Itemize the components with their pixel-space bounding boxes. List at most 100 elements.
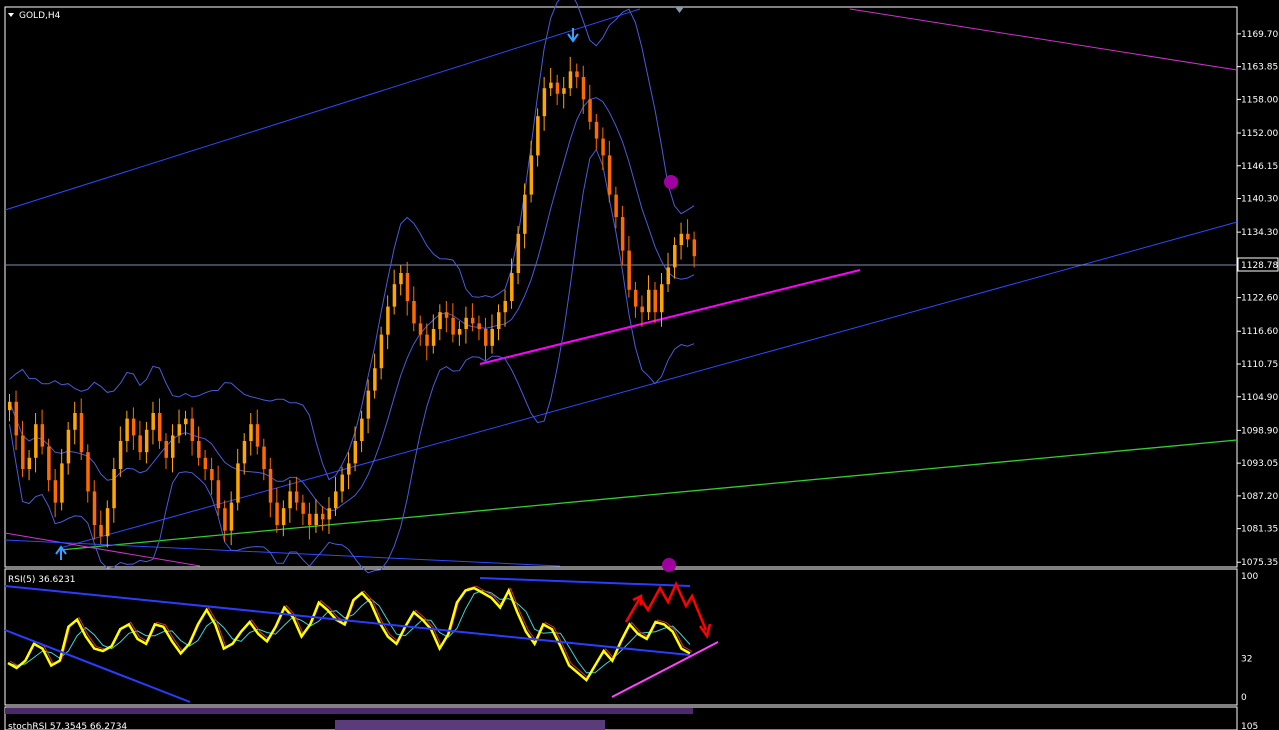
candle-body[interactable] <box>457 329 462 335</box>
candle-body[interactable] <box>92 491 97 525</box>
candle-body[interactable] <box>536 116 540 156</box>
magenta-resistance-line[interactable] <box>849 8 1238 71</box>
candle-body[interactable] <box>171 435 175 458</box>
candle-body[interactable] <box>646 289 651 313</box>
candle-body[interactable] <box>307 513 312 525</box>
candle-body[interactable] <box>177 424 182 436</box>
candle-body[interactable] <box>510 273 514 301</box>
candle-body[interactable] <box>236 463 240 503</box>
candle-body[interactable] <box>216 480 221 509</box>
candle-body[interactable] <box>516 233 521 273</box>
candle-body[interactable] <box>392 284 397 307</box>
candle-body[interactable] <box>268 469 273 503</box>
candle-body[interactable] <box>464 317 468 329</box>
candle-body[interactable] <box>575 71 579 77</box>
candle-body[interactable] <box>607 155 612 195</box>
candle-body[interactable] <box>34 424 38 458</box>
candle-body[interactable] <box>588 99 592 122</box>
purple-marker-top[interactable] <box>664 175 678 189</box>
candle-body[interactable] <box>327 508 331 520</box>
candle-body[interactable] <box>47 446 51 481</box>
candle-body[interactable] <box>503 301 508 313</box>
candle-body[interactable] <box>144 429 149 453</box>
candle-body[interactable] <box>125 418 129 441</box>
candle-body[interactable] <box>686 233 690 240</box>
candle-body[interactable] <box>470 317 475 324</box>
candle-body[interactable] <box>73 413 77 430</box>
candle-body[interactable] <box>131 418 136 436</box>
purple-marker-bottom[interactable] <box>662 558 676 572</box>
candle-body[interactable] <box>334 491 338 509</box>
candle-body[interactable] <box>347 463 351 475</box>
candle-body[interactable] <box>692 239 697 257</box>
candle-body[interactable] <box>666 267 671 285</box>
candle-body[interactable] <box>425 334 429 346</box>
candle-body[interactable] <box>8 401 12 411</box>
candle-body[interactable] <box>562 88 566 94</box>
candle-body[interactable] <box>151 413 155 430</box>
candle-body[interactable] <box>353 441 358 464</box>
rsi-blue-upper-line[interactable] <box>479 577 691 587</box>
candle-body[interactable] <box>262 446 266 469</box>
candle-body[interactable] <box>373 368 377 391</box>
candle-body[interactable] <box>27 457 32 469</box>
candle-body[interactable] <box>223 508 227 531</box>
candle-body[interactable] <box>53 480 58 503</box>
candle-body[interactable] <box>405 273 410 301</box>
candle-body[interactable] <box>164 441 168 458</box>
candle-body[interactable] <box>379 334 384 369</box>
candle-body[interactable] <box>444 312 449 318</box>
candle-body[interactable] <box>673 245 677 268</box>
candle-body[interactable] <box>112 469 116 509</box>
candle-body[interactable] <box>523 194 527 234</box>
candle-body[interactable] <box>210 469 214 481</box>
candle-body[interactable] <box>275 502 279 525</box>
candle-body[interactable] <box>477 323 481 329</box>
rsi-blue-line[interactable] <box>4 585 691 656</box>
candle-body[interactable] <box>490 329 494 346</box>
rsi-blue-lower-line[interactable] <box>4 629 191 703</box>
blue-lower-line[interactable] <box>4 539 561 567</box>
candle-body[interactable] <box>203 457 208 469</box>
candle-body[interactable] <box>229 502 234 531</box>
candle-body[interactable] <box>549 82 553 89</box>
candle-body[interactable] <box>242 441 247 464</box>
candle-body[interactable] <box>40 424 45 447</box>
candle-body[interactable] <box>438 312 442 329</box>
chart-dropdown-icon[interactable] <box>8 13 14 17</box>
magenta-lower-line[interactable] <box>4 532 201 567</box>
candle-body[interactable] <box>542 88 547 117</box>
candle-body[interactable] <box>529 155 534 195</box>
candle-body[interactable] <box>412 301 416 324</box>
candle-body[interactable] <box>594 121 599 139</box>
candle-body[interactable] <box>99 525 103 537</box>
candle-body[interactable] <box>399 273 403 285</box>
candle-body[interactable] <box>118 441 123 469</box>
candle-body[interactable] <box>418 323 423 335</box>
candle-body[interactable] <box>340 474 345 492</box>
candle-body[interactable] <box>288 491 292 509</box>
chart-canvas[interactable]: 1169.70 1163.85 1158.00 1152.00 1146.15 1140.… <box>0 0 1279 730</box>
candle-body[interactable] <box>614 194 618 217</box>
candle-body[interactable] <box>190 418 195 441</box>
candle-body[interactable] <box>627 250 631 290</box>
candle-body[interactable] <box>60 463 64 503</box>
candle-body[interactable] <box>366 390 371 419</box>
candle-body[interactable] <box>601 138 605 156</box>
candle-body[interactable] <box>633 289 638 307</box>
candle-body[interactable] <box>301 502 305 514</box>
candle-body[interactable] <box>79 413 84 453</box>
candle-body[interactable] <box>14 401 19 436</box>
candle-body[interactable] <box>157 413 162 441</box>
candle-body[interactable] <box>620 217 625 251</box>
candle-body[interactable] <box>86 452 90 492</box>
candlesticks[interactable] <box>8 56 697 548</box>
candle-body[interactable] <box>653 289 657 313</box>
candle-body[interactable] <box>640 306 644 313</box>
candle-body[interactable] <box>66 429 71 464</box>
candle-body[interactable] <box>294 491 299 503</box>
candle-body[interactable] <box>431 329 436 346</box>
candle-body[interactable] <box>249 424 253 441</box>
candle-body[interactable] <box>21 435 25 469</box>
candle-body[interactable] <box>197 441 201 458</box>
